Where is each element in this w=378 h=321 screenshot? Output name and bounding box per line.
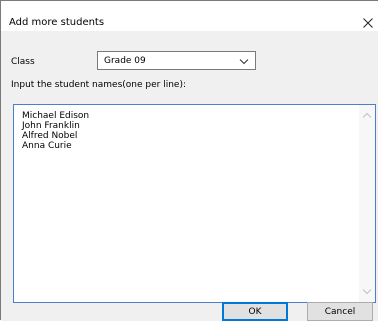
textarea-scrollbar[interactable] [359, 105, 375, 302]
ok-button[interactable]: OK [222, 302, 288, 321]
instruction-label: Input the student names(one per line): [11, 80, 186, 90]
close-icon [363, 18, 373, 28]
student-name-line: Michael Edison [22, 111, 90, 121]
student-name-line: Alfred Nobel [22, 131, 78, 141]
cancel-button[interactable]: Cancel [307, 302, 373, 321]
scroll-up-arrow-icon[interactable] [362, 112, 372, 119]
class-label: Class [11, 57, 35, 67]
class-dropdown[interactable]: Grade 09 [97, 51, 256, 70]
chevron-down-icon [239, 58, 249, 65]
dialog-body: Class Grade 09 Input the student names(o… [1, 31, 378, 321]
title-bar: Add more students [1, 1, 378, 31]
student-names-textarea[interactable]: Michael Edison John Franklin Alfred Nobe… [13, 104, 376, 303]
student-names-list: Michael Edison John Franklin Alfred Nobe… [22, 111, 89, 151]
dialog-title: Add more students [9, 17, 105, 28]
class-dropdown-value: Grade 09 [104, 56, 146, 66]
add-students-dialog: Add more students Class Grade 09 Input t… [0, 0, 378, 321]
student-name-line: John Franklin [22, 121, 80, 131]
scroll-down-arrow-icon[interactable] [362, 288, 372, 295]
student-name-line: Anna Curie [22, 141, 72, 151]
